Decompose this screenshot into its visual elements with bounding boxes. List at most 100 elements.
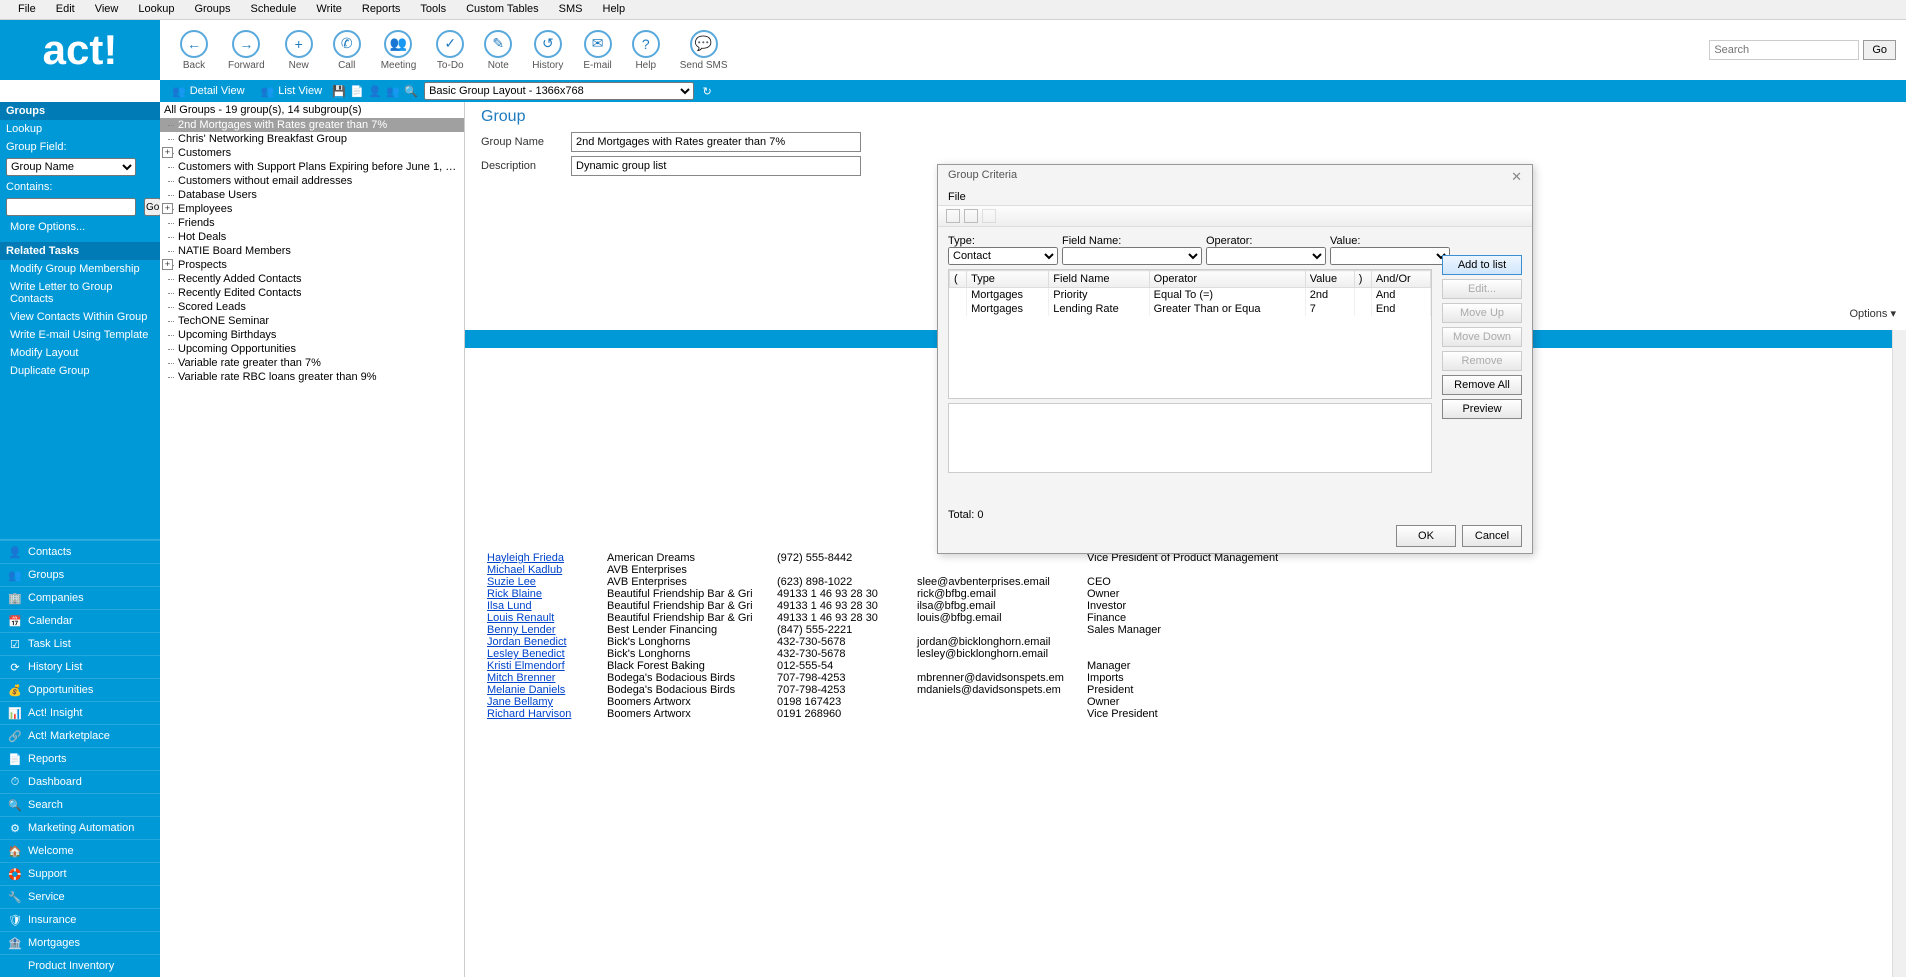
contact-row[interactable]: Jordan BenedictBick's Longhorns432-730-5…	[481, 636, 1896, 648]
nav-history-list[interactable]: ⟳History List	[0, 655, 160, 678]
nav-act-marketplace[interactable]: 🔗Act! Marketplace	[0, 724, 160, 747]
contact-name-link[interactable]: Hayleigh Frieda	[487, 552, 564, 564]
contact-name-link[interactable]: Louis Renault	[487, 612, 554, 624]
search-icon[interactable]: 🔍	[402, 85, 420, 98]
tree-item[interactable]: Variable rate greater than 7%	[160, 356, 464, 370]
contact-name-link[interactable]: Kristi Elmendorf	[487, 660, 565, 672]
nav-welcome[interactable]: 🏠Welcome	[0, 839, 160, 862]
layout-select[interactable]: Basic Group Layout - 1366x768	[424, 82, 694, 100]
task-view-contacts-within-group[interactable]: View Contacts Within Group	[0, 308, 160, 326]
menu-groups[interactable]: Groups	[184, 0, 240, 19]
dialog-file-menu[interactable]: File	[938, 189, 1532, 205]
contact-row[interactable]: Kristi ElmendorfBlack Forest Baking012-5…	[481, 660, 1896, 672]
contact-name-link[interactable]: Jane Bellamy	[487, 696, 553, 708]
add-to-list-button[interactable]: Add to list	[1442, 255, 1522, 275]
nav-calendar[interactable]: 📅Calendar	[0, 609, 160, 632]
nav-contacts[interactable]: 👤Contacts	[0, 540, 160, 563]
contact-name-link[interactable]: Mitch Brenner	[487, 672, 555, 684]
group-icon[interactable]: 👥	[384, 85, 402, 98]
contact-row[interactable]: Richard HarvisonBoomers Artworx0191 2689…	[481, 708, 1896, 720]
type-select[interactable]: Contact	[948, 247, 1058, 265]
send-sms-button[interactable]: 💬Send SMS	[670, 28, 738, 73]
doc-icon[interactable]: 📄	[348, 85, 366, 98]
grid-header[interactable]: Field Name	[1049, 271, 1149, 288]
task-duplicate-group[interactable]: Duplicate Group	[0, 362, 160, 380]
to-do-button[interactable]: ✓To-Do	[426, 28, 474, 73]
new-button[interactable]: +New	[275, 28, 323, 73]
group-name-input[interactable]	[571, 132, 861, 152]
history-button[interactable]: ↺History	[522, 28, 573, 73]
field-select[interactable]	[1062, 247, 1202, 265]
description-input[interactable]	[571, 156, 861, 176]
contact-name-link[interactable]: Jordan Benedict	[487, 636, 567, 648]
menu-help[interactable]: Help	[593, 0, 636, 19]
contains-input[interactable]	[6, 198, 136, 216]
menu-reports[interactable]: Reports	[352, 0, 411, 19]
nav-companies[interactable]: 🏢Companies	[0, 586, 160, 609]
tree-item[interactable]: Chris' Networking Breakfast Group	[160, 132, 464, 146]
tree-item[interactable]: TechONE Seminar	[160, 314, 464, 328]
save-icon[interactable]: 💾	[330, 85, 348, 98]
back-button[interactable]: ←Back	[170, 28, 218, 73]
nav-reports[interactable]: 📄Reports	[0, 747, 160, 770]
grid-header[interactable]: And/Or	[1371, 271, 1430, 288]
remove-all-button[interactable]: Remove All	[1442, 375, 1522, 395]
contact-name-link[interactable]: Melanie Daniels	[487, 684, 565, 696]
more-options-link[interactable]: More Options...	[0, 218, 160, 236]
refresh-icon[interactable]: ↻	[698, 85, 716, 98]
tree-item[interactable]: Upcoming Birthdays	[160, 328, 464, 342]
group-tree[interactable]: All Groups - 19 group(s), 14 subgroup(s)…	[160, 102, 465, 977]
menu-lookup[interactable]: Lookup	[128, 0, 184, 19]
nav-groups[interactable]: 👥Groups	[0, 563, 160, 586]
tree-item[interactable]: Employees+	[160, 202, 464, 216]
contact-row[interactable]: Jane BellamyBoomers Artworx0198 167423Ow…	[481, 696, 1896, 708]
tree-item[interactable]: Recently Added Contacts	[160, 272, 464, 286]
close-icon[interactable]: ✕	[1511, 169, 1522, 185]
forward-button[interactable]: →Forward	[218, 28, 275, 73]
meeting-button[interactable]: 👥Meeting	[371, 28, 427, 73]
tree-item[interactable]: Hot Deals	[160, 230, 464, 244]
contact-row[interactable]: Benny LenderBest Lender Financing(847) 5…	[481, 624, 1896, 636]
menu-write[interactable]: Write	[306, 0, 351, 19]
task-write-letter-to-group-contacts[interactable]: Write Letter to Group Contacts	[0, 278, 160, 308]
tree-item[interactable]: Scored Leads	[160, 300, 464, 314]
menu-tools[interactable]: Tools	[410, 0, 456, 19]
nav-service[interactable]: 🔧Service	[0, 885, 160, 908]
menu-custom-tables[interactable]: Custom Tables	[456, 0, 549, 19]
nav-search[interactable]: 🔍Search	[0, 793, 160, 816]
nav-act-insight[interactable]: 📊Act! Insight	[0, 701, 160, 724]
nav-insurance[interactable]: 🛡Insurance	[0, 908, 160, 931]
contact-row[interactable]: Lesley BenedictBick's Longhorns432-730-5…	[481, 648, 1896, 660]
contact-row[interactable]: Michael KadlubAVB Enterprises	[481, 564, 1896, 576]
e-mail-button[interactable]: ✉E-mail	[573, 28, 621, 73]
contact-name-link[interactable]: Ilsa Lund	[487, 600, 532, 612]
note-button[interactable]: ✎Note	[474, 28, 522, 73]
nav-opportunities[interactable]: 💰Opportunities	[0, 678, 160, 701]
detail-view-button[interactable]: 👥 Detail View	[164, 83, 253, 100]
contact-row[interactable]: Ilsa LundBeautiful Friendship Bar & Gri4…	[481, 600, 1896, 612]
menu-file[interactable]: File	[8, 0, 46, 19]
expand-icon[interactable]: +	[162, 203, 173, 214]
tree-item[interactable]: Recently Edited Contacts	[160, 286, 464, 300]
contact-name-link[interactable]: Richard Harvison	[487, 708, 571, 720]
tree-root[interactable]: All Groups - 19 group(s), 14 subgroup(s)	[160, 102, 464, 118]
options-button[interactable]: Options ▾	[1850, 307, 1897, 320]
contact-row[interactable]: Rick BlaineBeautiful Friendship Bar & Gr…	[481, 588, 1896, 600]
operator-select[interactable]	[1206, 247, 1326, 265]
scrollbar[interactable]	[1892, 330, 1906, 977]
contact-name-link[interactable]: Michael Kadlub	[487, 564, 562, 576]
contact-name-link[interactable]: Benny Lender	[487, 624, 556, 636]
nav-task-list[interactable]: ☑Task List	[0, 632, 160, 655]
task-write-e-mail-using-template[interactable]: Write E-mail Using Template	[0, 326, 160, 344]
tree-item[interactable]: NATIE Board Members	[160, 244, 464, 258]
tree-item[interactable]: Friends	[160, 216, 464, 230]
tree-item[interactable]: Prospects+	[160, 258, 464, 272]
tree-item[interactable]: Customers+	[160, 146, 464, 160]
nav-dashboard[interactable]: ⏱Dashboard	[0, 770, 160, 793]
contact-name-link[interactable]: Lesley Benedict	[487, 648, 565, 660]
criteria-grid[interactable]: (TypeField NameOperatorValue)And/OrMortg…	[948, 269, 1432, 399]
contact-row[interactable]: Melanie DanielsBodega's Bodacious Birds7…	[481, 684, 1896, 696]
grid-header[interactable]: Type	[967, 271, 1049, 288]
tree-item[interactable]: Upcoming Opportunities	[160, 342, 464, 356]
tree-item[interactable]: Database Users	[160, 188, 464, 202]
